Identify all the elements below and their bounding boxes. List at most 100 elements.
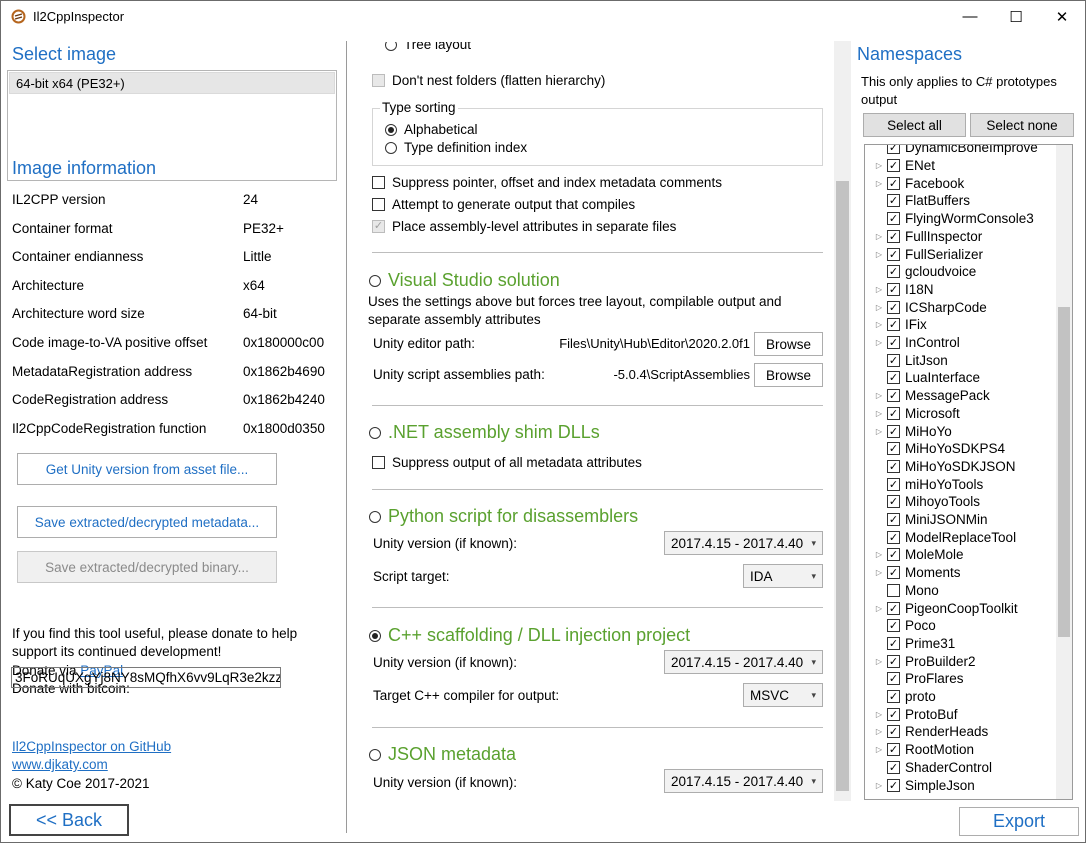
namespace-item[interactable]: ✓ proto <box>865 688 936 706</box>
namespace-checkbox[interactable]: ✓ <box>887 194 900 208</box>
namespace-checkbox[interactable]: ✓ <box>887 389 900 403</box>
get-unity-version-button[interactable]: Get Unity version from asset file... <box>17 453 277 485</box>
namespace-item[interactable]: ✓ FlatBuffers <box>865 192 970 210</box>
expand-arrow-icon[interactable]: ▷ <box>873 161 885 170</box>
expand-arrow-icon[interactable]: ▷ <box>873 285 885 294</box>
expand-arrow-icon[interactable]: ▷ <box>873 338 885 347</box>
attempt-compile-checkbox[interactable]: Attempt to generate output that compiles <box>372 197 635 212</box>
scrollbar-thumb[interactable] <box>1058 307 1070 637</box>
namespace-item[interactable]: ▷ ✓ InControl <box>865 334 960 352</box>
namespace-tree[interactable]: ✓ DynamicBoneImprove ▷ ✓ ENet ▷ ✓ Facebook ✓ Flat… <box>864 144 1073 800</box>
expand-arrow-icon[interactable]: ▷ <box>873 550 885 559</box>
maximize-button[interactable]: ☐ <box>993 1 1039 32</box>
namespace-item[interactable]: ✓ MiHoYoSDKPS4 <box>865 440 1005 458</box>
alphabetical-radio[interactable]: Alphabetical <box>385 122 478 137</box>
script-target-dropdown[interactable]: IDA ▾ <box>743 564 823 588</box>
expand-arrow-icon[interactable]: ▷ <box>873 427 885 436</box>
namespace-item[interactable]: ▷ ✓ MiHoYo <box>865 422 952 440</box>
namespace-checkbox[interactable]: ✓ <box>887 636 900 650</box>
namespace-checkbox[interactable]: ✓ <box>887 495 900 509</box>
namespace-checkbox[interactable]: ✓ <box>887 282 900 296</box>
namespace-checkbox[interactable]: ✓ <box>887 371 900 385</box>
namespace-item[interactable]: ✓ DynamicBoneImprove <box>865 145 1038 157</box>
expand-arrow-icon[interactable]: ▷ <box>873 781 885 790</box>
namespace-checkbox[interactable]: ✓ <box>887 707 900 721</box>
vs-solution-radio[interactable]: Visual Studio solution <box>369 270 560 291</box>
namespace-scrollbar[interactable] <box>1056 145 1072 799</box>
namespace-item[interactable]: ✓ Prime31 <box>865 635 955 653</box>
cpp-unity-dropdown[interactable]: 2017.4.15 - 2017.4.40 ▾ <box>664 650 823 674</box>
back-button[interactable]: << Back <box>9 804 129 836</box>
namespace-checkbox[interactable]: ✓ <box>887 778 900 792</box>
namespace-item[interactable]: ▷ ✓ RootMotion <box>865 741 974 759</box>
expand-arrow-icon[interactable]: ▷ <box>873 250 885 259</box>
image-list-item[interactable]: 64-bit x64 (PE32+) <box>9 72 335 94</box>
shim-dlls-radio[interactable]: .NET assembly shim DLLs <box>369 422 600 443</box>
namespace-item[interactable]: ▷ ✓ PigeonCoopToolkit <box>865 599 1018 617</box>
cpp-radio[interactable]: C++ scaffolding / DLL injection project <box>369 625 690 646</box>
namespace-checkbox[interactable]: ✓ <box>887 672 900 686</box>
namespace-checkbox[interactable]: ✓ <box>887 654 900 668</box>
type-def-index-radio[interactable]: Type definition index <box>385 140 527 155</box>
minimize-button[interactable]: — <box>947 1 993 32</box>
namespace-item[interactable]: ▷ ✓ SimpleJson <box>865 776 975 794</box>
namespace-item[interactable]: ▷ ✓ ProBuilder2 <box>865 652 976 670</box>
expand-arrow-icon[interactable]: ▷ <box>873 320 885 329</box>
namespace-checkbox[interactable]: ✓ <box>887 601 900 615</box>
namespace-item[interactable]: ✓ MiHoYoSDKJSON <box>865 458 1016 476</box>
close-button[interactable]: ✕ <box>1039 1 1085 32</box>
python-radio[interactable]: Python script for disassemblers <box>369 506 638 527</box>
expand-arrow-icon[interactable]: ▷ <box>873 727 885 736</box>
namespace-checkbox[interactable]: ✓ <box>887 725 900 739</box>
namespace-item[interactable]: ▷ ✓ ICSharpCode <box>865 298 987 316</box>
namespace-checkbox[interactable]: ✓ <box>887 265 900 279</box>
namespace-checkbox[interactable]: ✓ <box>887 336 900 350</box>
namespace-checkbox[interactable]: ✓ <box>887 353 900 367</box>
expand-arrow-icon[interactable]: ▷ <box>873 179 885 188</box>
json-unity-dropdown[interactable]: 2017.4.15 - 2017.4.40 ▾ <box>664 769 823 793</box>
namespace-item[interactable]: ▷ ✓ Facebook <box>865 174 964 192</box>
namespace-item[interactable]: ✓ Poco <box>865 617 936 635</box>
namespace-item[interactable]: ✓ MihoyoTools <box>865 493 980 511</box>
expand-arrow-icon[interactable]: ▷ <box>873 657 885 666</box>
export-button[interactable]: Export <box>959 807 1079 836</box>
namespace-checkbox[interactable]: ✓ <box>887 690 900 704</box>
namespace-item[interactable]: ▷ ✓ I18N <box>865 281 934 299</box>
namespace-checkbox[interactable]: ✓ <box>887 619 900 633</box>
namespace-checkbox[interactable]: ✓ <box>887 442 900 456</box>
namespace-item[interactable]: ✓ ModelReplaceTool <box>865 528 1016 546</box>
namespace-checkbox[interactable]: ✓ <box>887 247 900 261</box>
options-scrollbar[interactable] <box>834 41 851 801</box>
place-attrs-checkbox[interactable]: ✓ Place assembly-level attributes in sepa… <box>372 219 676 234</box>
namespace-checkbox[interactable]: ✓ <box>887 548 900 562</box>
expand-arrow-icon[interactable]: ▷ <box>873 568 885 577</box>
expand-arrow-icon[interactable]: ▷ <box>873 604 885 613</box>
editor-path-field[interactable]: Files\Unity\Hub\Editor\2020.2.0f1 <box>535 336 750 351</box>
namespace-item[interactable]: ✓ MiniJSONMin <box>865 511 988 529</box>
github-link[interactable]: Il2CppInspector on GitHub <box>12 738 171 757</box>
namespace-checkbox[interactable]: ✓ <box>887 477 900 491</box>
namespace-checkbox[interactable]: ✓ <box>887 743 900 757</box>
namespace-checkbox[interactable]: ✓ <box>887 566 900 580</box>
expand-arrow-icon[interactable]: ▷ <box>873 391 885 400</box>
namespace-checkbox[interactable]: ✓ <box>887 229 900 243</box>
script-path-field[interactable]: -5.0.4\ScriptAssemblies <box>535 367 750 382</box>
namespace-item[interactable]: ✓ LitJson <box>865 351 948 369</box>
script-browse-button[interactable]: Browse <box>754 363 823 387</box>
suppress-pointer-checkbox[interactable]: Suppress pointer, offset and index metad… <box>372 175 722 190</box>
namespace-checkbox[interactable]: ✓ <box>887 176 900 190</box>
namespace-checkbox[interactable]: ✓ <box>887 159 900 173</box>
dont-nest-checkbox[interactable]: Don't nest folders (flatten hierarchy) <box>372 73 605 88</box>
namespace-item[interactable]: ✓ LuaInterface <box>865 369 980 387</box>
namespace-item[interactable]: ▷ ✓ MessagePack <box>865 387 990 405</box>
scrollbar-thumb[interactable] <box>836 181 849 791</box>
namespace-checkbox[interactable]: ✓ <box>887 424 900 438</box>
bitcoin-address-field[interactable]: 3FoRUqUXgYj8NY8sMQfhX6vv9LqR3e2kzz <box>11 667 281 688</box>
namespace-item[interactable]: ▷ ✓ MoleMole <box>865 546 964 564</box>
expand-arrow-icon[interactable]: ▷ <box>873 409 885 418</box>
namespace-checkbox[interactable]: ✓ <box>887 300 900 314</box>
select-none-button[interactable]: Select none <box>970 113 1074 137</box>
namespace-checkbox[interactable]: ✓ <box>887 318 900 332</box>
expand-arrow-icon[interactable]: ▷ <box>873 232 885 241</box>
namespace-checkbox[interactable]: ✓ <box>887 212 900 226</box>
